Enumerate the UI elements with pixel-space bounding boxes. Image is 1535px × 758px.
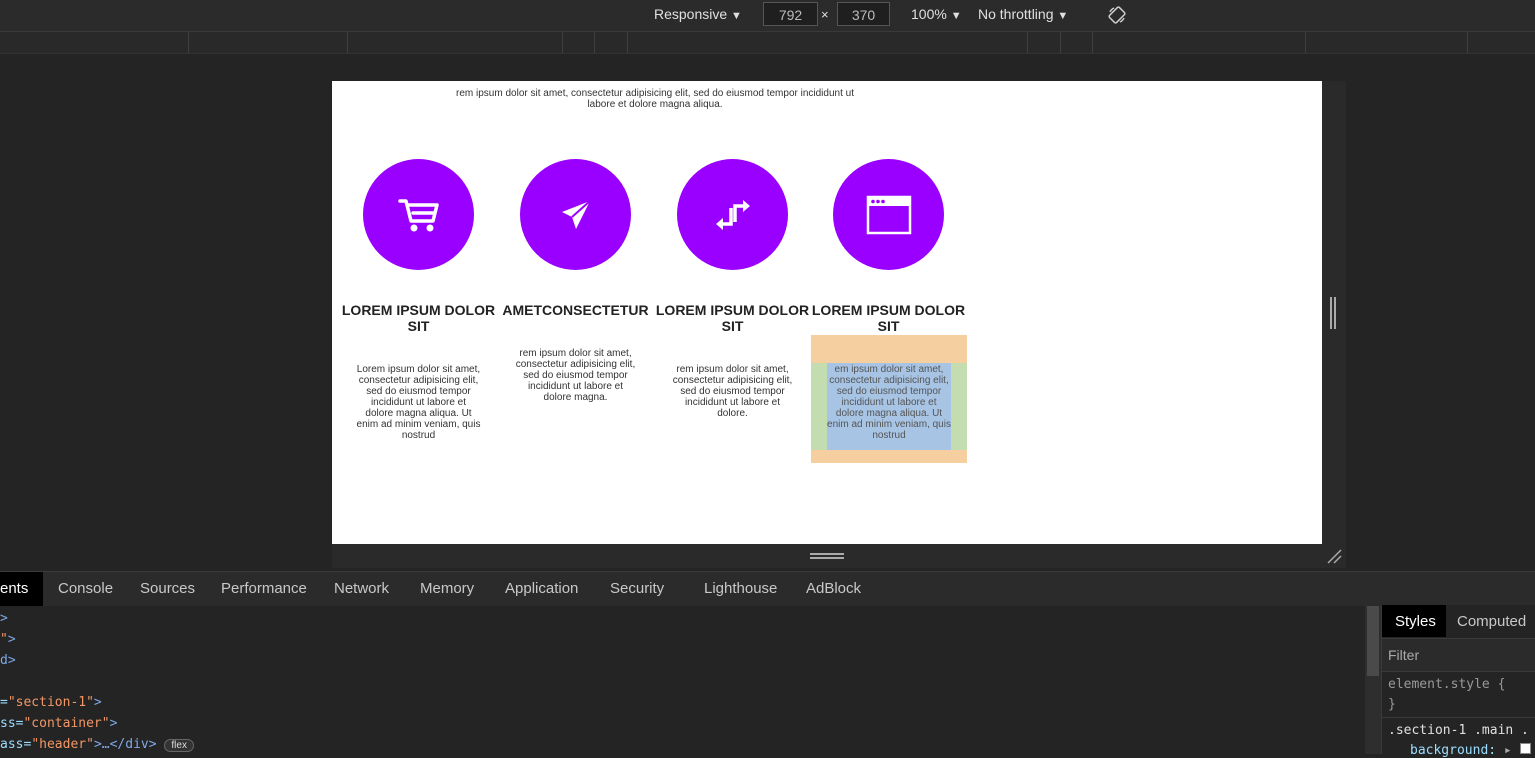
corner-resize-icon[interactable] — [1326, 548, 1342, 568]
cart-icon — [397, 198, 439, 231]
tab-network[interactable]: Network — [334, 572, 389, 606]
devtools-tab-bar: ents Console Sources Performance Network… — [0, 571, 1535, 607]
color-swatch[interactable] — [1519, 743, 1531, 754]
card-4-circle — [833, 159, 944, 270]
card-1-title: LOREM IPSUM DOLOR SIT — [341, 302, 496, 334]
element-style-close: } — [1388, 697, 1396, 712]
card-2-text: rem ipsum dolor sit amet, consectetur ad… — [515, 348, 636, 403]
tab-security[interactable]: Security — [610, 572, 664, 606]
tab-styles[interactable]: Styles — [1395, 613, 1436, 630]
tab-memory[interactable]: Memory — [420, 572, 474, 606]
element-style-rule[interactable]: element.style { — [1388, 677, 1505, 692]
styles-filter-input[interactable]: Filter — [1382, 638, 1535, 672]
dom-line-header[interactable]: ass="header">…</div> flex — [0, 737, 194, 752]
throttling-dropdown[interactable]: No throttling ▼ — [978, 6, 1068, 22]
rotate-icon[interactable] — [1107, 5, 1127, 29]
tab-application[interactable]: Application — [505, 572, 578, 606]
card-1-circle — [363, 159, 474, 270]
dimension-separator: × — [821, 7, 829, 22]
dom-line[interactable]: > — [0, 611, 8, 626]
flex-badge[interactable]: flex — [164, 739, 194, 752]
dom-line-container[interactable]: ss="container"> — [0, 716, 117, 731]
dom-line[interactable]: d> — [0, 653, 16, 668]
width-input[interactable]: 792 — [763, 2, 818, 26]
background-property[interactable]: background: ▸ — [1410, 743, 1531, 758]
styles-panel: Styles Computed Filter element.style { }… — [1381, 605, 1535, 758]
viewport-bottom-resize[interactable] — [332, 544, 1346, 568]
intro-text: rem ipsum dolor sit amet, consectetur ad… — [420, 88, 890, 110]
tab-console[interactable]: Console — [58, 572, 113, 606]
responsive-dropdown[interactable]: Responsive ▼ — [654, 6, 742, 22]
transfer-arrows-icon — [715, 199, 750, 230]
filter-placeholder: Filter — [1388, 647, 1420, 663]
section-main-rule[interactable]: .section-1 .main . — [1388, 723, 1529, 738]
card-3-title: LOREM IPSUM DOLOR SIT — [655, 302, 810, 334]
card-3-text: rem ipsum dolor sit amet, consectetur ad… — [672, 364, 793, 419]
tab-lighthouse[interactable]: Lighthouse — [704, 572, 777, 606]
viewport-right-resize[interactable] — [1322, 81, 1346, 544]
intro-line-1: rem ipsum dolor sit amet, consectetur ad… — [456, 88, 854, 99]
dom-scrollbar-thumb[interactable] — [1367, 606, 1379, 676]
height-input[interactable]: 370 — [837, 2, 890, 26]
card-4-title: LOREM IPSUM DOLOR SIT — [811, 302, 966, 334]
media-query-bar[interactable] — [0, 32, 1535, 54]
tab-sources[interactable]: Sources — [140, 572, 195, 606]
emulated-viewport: rem ipsum dolor sit amet, consectetur ad… — [332, 81, 1322, 544]
paper-plane-icon — [561, 199, 591, 229]
card-3-circle — [677, 159, 788, 270]
tab-computed[interactable]: Computed — [1457, 613, 1526, 630]
intro-line-2: labore et dolore magna aliqua. — [587, 99, 723, 110]
elements-dom-tree: > "> d> ="section-1"> ss="container"> as… — [0, 606, 1365, 754]
card-2-circle — [520, 159, 631, 270]
tab-adblock[interactable]: AdBlock — [806, 572, 861, 606]
tab-elements[interactable]: ents — [0, 572, 28, 606]
dom-line-section-1[interactable]: ="section-1"> — [0, 695, 102, 710]
zoom-dropdown[interactable]: 100% ▼ — [911, 6, 962, 22]
browser-window-icon — [866, 195, 911, 234]
card-1-text: Lorem ipsum dolor sit amet, consectetur … — [356, 364, 481, 441]
device-toolbar: Responsive ▼ 792 × 370 100% ▼ No throttl… — [0, 0, 1535, 32]
card-4-text: em ipsum dolor sit amet, consectetur adi… — [827, 364, 951, 441]
tab-performance[interactable]: Performance — [221, 572, 307, 606]
dom-line[interactable]: "> — [0, 632, 16, 647]
card-2-title: AMETCONSECTETUR — [502, 302, 649, 318]
